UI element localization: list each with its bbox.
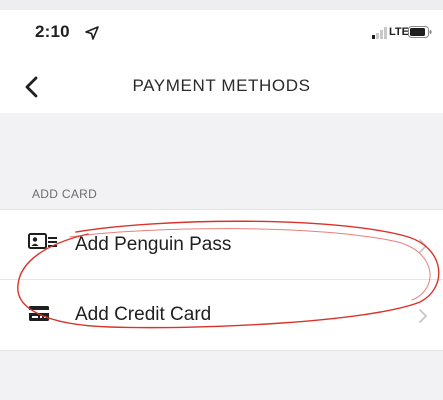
add-penguin-pass-label: Add Penguin Pass (75, 234, 232, 255)
network-label: LTE (389, 26, 409, 38)
section-header: ADD CARD (32, 187, 98, 201)
signal-icon (372, 27, 387, 39)
credit-card-icon (29, 306, 49, 321)
add-penguin-pass-row[interactable]: Add Penguin Pass (0, 210, 443, 280)
add-card-list: Add Penguin Pass Add Credit Card (0, 209, 443, 351)
status-time: 2:10 (35, 22, 70, 41)
add-credit-card-row[interactable]: Add Credit Card (0, 280, 443, 350)
top-strip (0, 0, 443, 10)
location-arrow-icon (85, 26, 99, 40)
add-credit-card-label: Add Credit Card (75, 304, 212, 325)
battery-icon (408, 26, 432, 38)
id-card-icon (28, 233, 57, 249)
page-title: PAYMENT METHODS (132, 76, 311, 95)
chevron-right-icon (419, 309, 427, 323)
chevron-right-icon (419, 239, 427, 253)
